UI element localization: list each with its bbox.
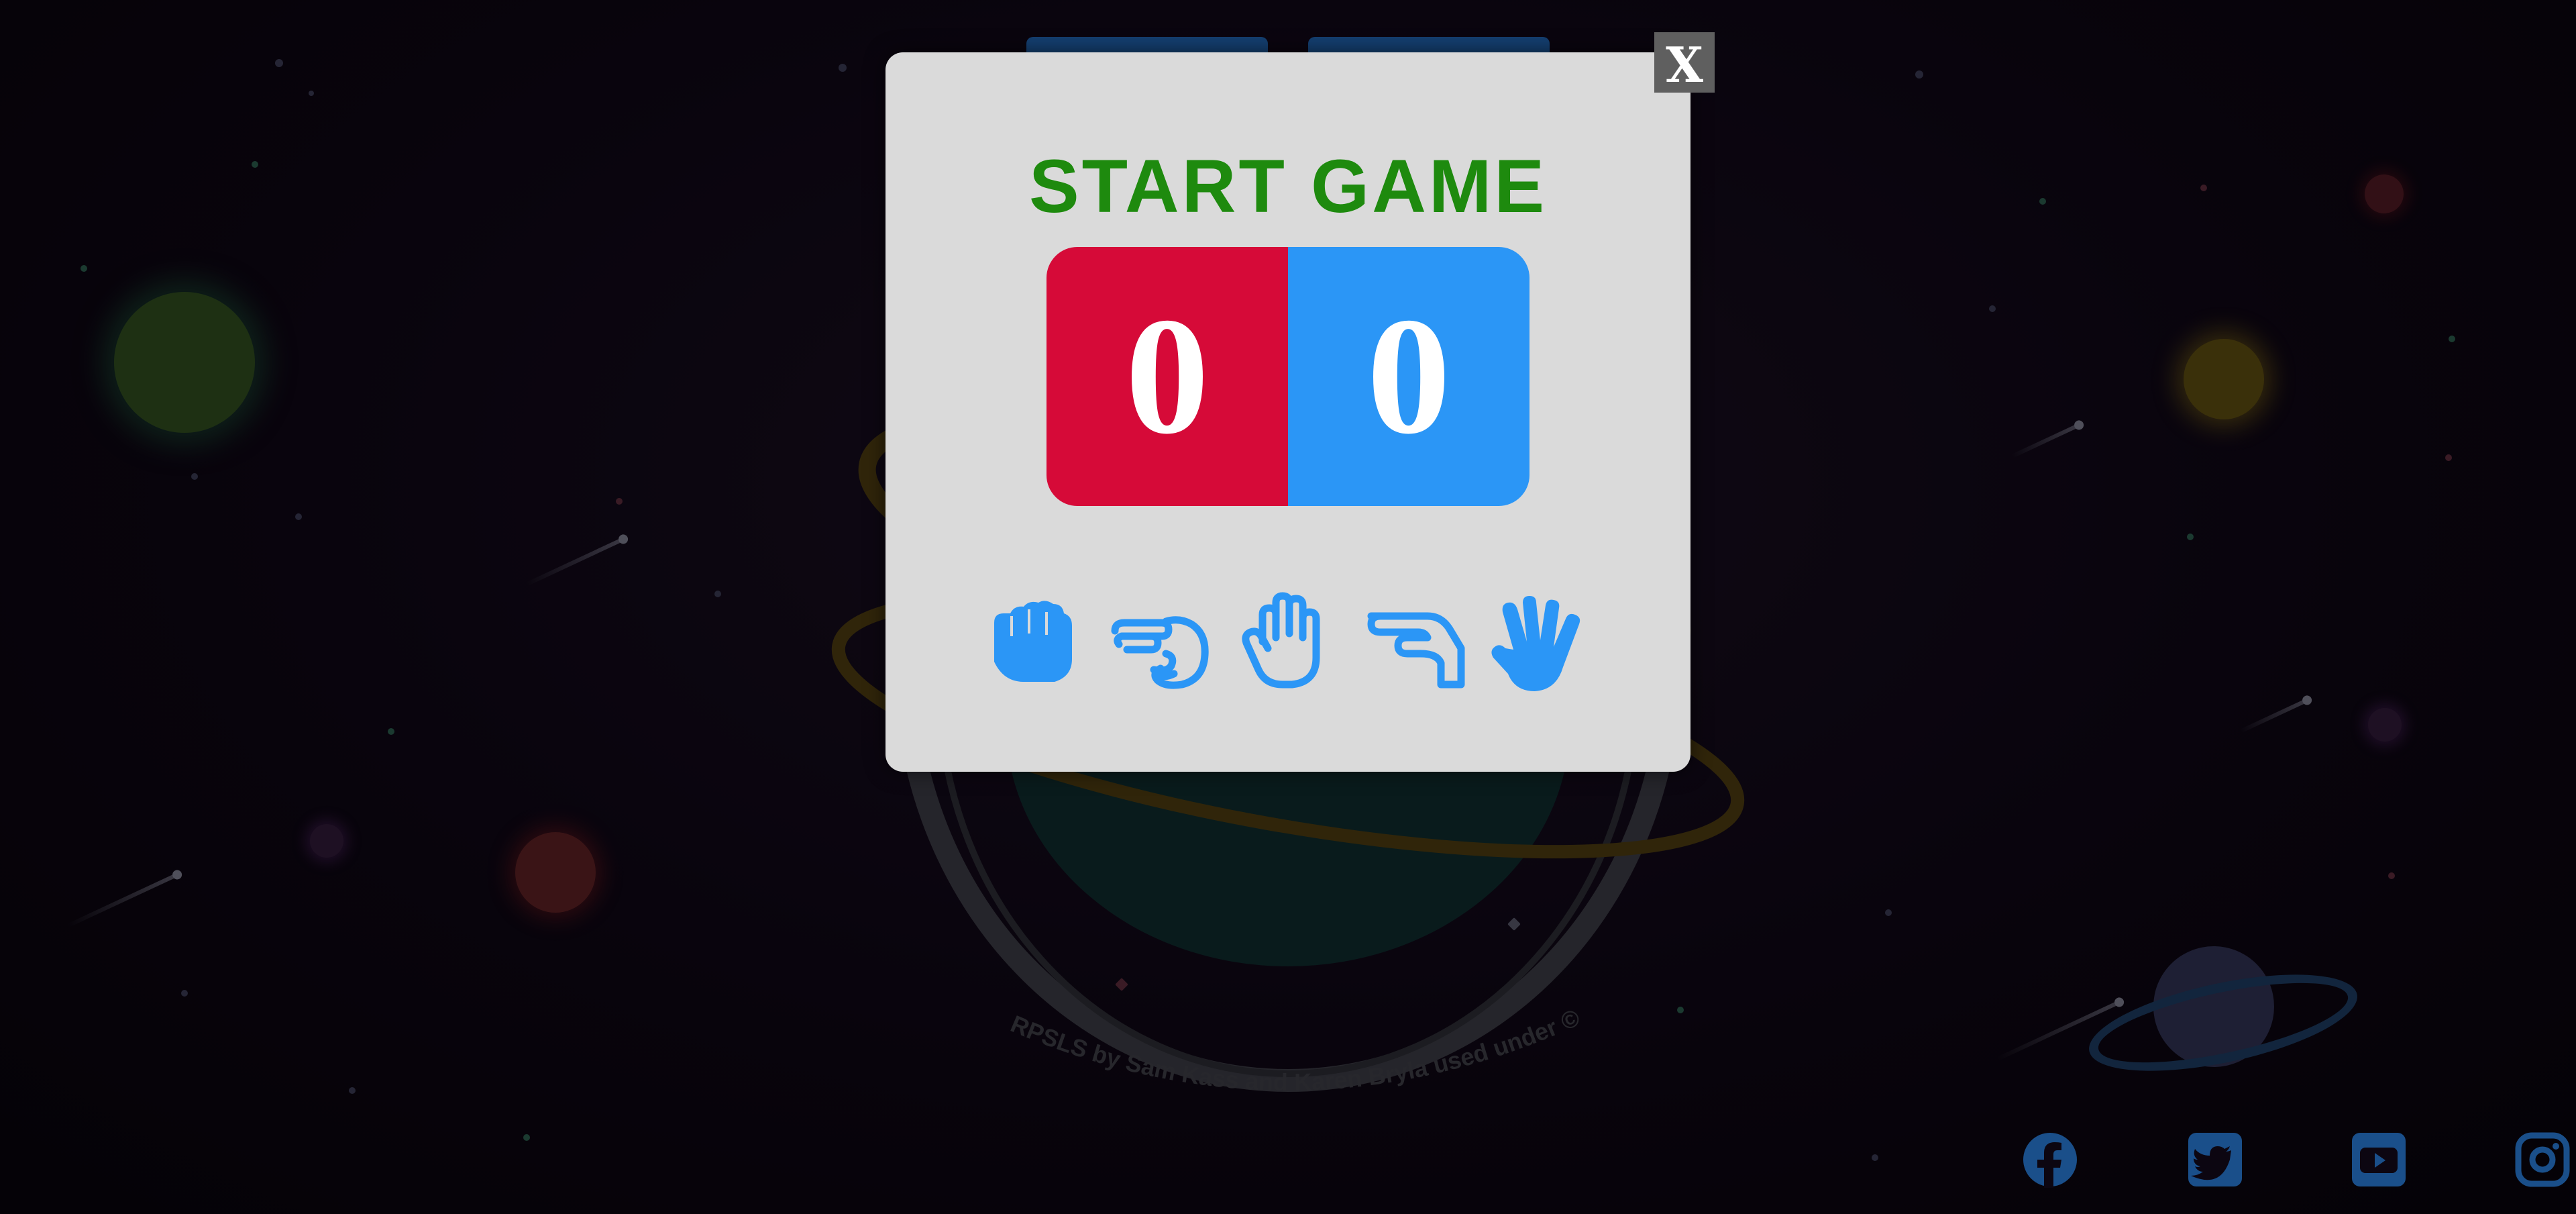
choice-buttons xyxy=(885,589,1690,710)
twitter-icon xyxy=(2188,1133,2242,1186)
scissors-hand-icon xyxy=(1111,616,1209,689)
rock-button[interactable] xyxy=(982,589,1089,697)
youtube-link[interactable] xyxy=(2351,1131,2407,1188)
instagram-icon xyxy=(2515,1132,2570,1187)
scoreboard: 0 0 xyxy=(1046,247,1529,506)
scissors-button[interactable] xyxy=(1108,589,1216,697)
youtube-icon xyxy=(2352,1133,2406,1186)
paper-button[interactable] xyxy=(1234,589,1342,697)
twitter-link[interactable] xyxy=(2187,1131,2243,1188)
game-background: RPSLS by Sam Kass and Karen Bryla used u… xyxy=(0,0,2576,1214)
open-hand-icon xyxy=(1242,592,1320,689)
spock-hand-icon xyxy=(1491,596,1580,691)
computer-score: 0 xyxy=(1288,247,1529,506)
facebook-icon xyxy=(2023,1133,2077,1188)
lizard-hand-icon xyxy=(1367,612,1465,689)
close-button[interactable]: X xyxy=(1654,32,1715,93)
player-score: 0 xyxy=(1046,247,1288,506)
spock-button[interactable] xyxy=(1487,589,1594,697)
fist-icon xyxy=(994,601,1072,682)
start-game-modal: START GAME 0 0 xyxy=(885,52,1690,772)
modal-title: START GAME xyxy=(1028,144,1548,228)
instagram-link[interactable] xyxy=(2514,1131,2571,1188)
lizard-button[interactable] xyxy=(1360,589,1468,697)
facebook-link[interactable] xyxy=(2022,1131,2078,1188)
